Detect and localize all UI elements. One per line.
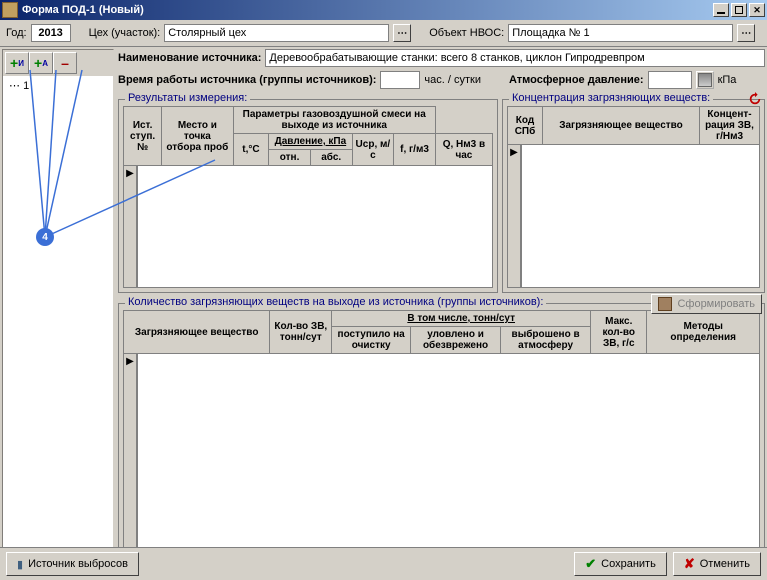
sidebar: +И +А – ⋯ 1 — [2, 49, 114, 565]
nvos-label: Объект НВОС: — [429, 27, 504, 39]
check-icon: ✔ — [585, 556, 596, 572]
conc-grid-header: Код СПб Загрязняющее вещество Концент-ра… — [507, 106, 760, 145]
col-point: Место и точка отбора проб — [162, 107, 233, 166]
close-button[interactable]: ✕ — [749, 3, 765, 17]
source-name-input[interactable] — [265, 49, 765, 67]
footer-bar: ▮ Источник выбросов ✔ Сохранить ✘ Отмени… — [0, 547, 767, 580]
pressure-unit-label: кПа — [718, 74, 737, 86]
qty-row-indicator: ▶ — [123, 354, 137, 560]
generate-button[interactable]: Сформировать — [651, 294, 762, 314]
gauge-icon — [698, 73, 712, 87]
generate-label: Сформировать — [677, 298, 755, 310]
col-params: Параметры газовоздушной смеси на выходе … — [233, 107, 435, 134]
pressure-picker-button[interactable] — [696, 71, 714, 89]
maximize-button[interactable] — [731, 3, 747, 17]
save-label: Сохранить — [601, 558, 656, 570]
col-pr-rel: отн. — [269, 150, 311, 166]
chimney-icon: ▮ — [17, 558, 23, 571]
titlebar: Форма ПОД-1 (Новый) ✕ — [0, 0, 767, 20]
qty-col-max: Макс. кол-во ЗВ, г/с — [591, 311, 647, 354]
conc-grid-body[interactable] — [521, 145, 760, 288]
quantity-fieldset: Количество загрязняющих веществ на выход… — [118, 303, 765, 565]
qty-col-qty: Кол-во ЗВ, тонн/сут — [270, 311, 332, 354]
window-title: Форма ПОД-1 (Новый) — [22, 4, 713, 16]
year-label: Год: — [6, 27, 27, 39]
pressure-input[interactable] — [648, 71, 692, 89]
x-icon: ✘ — [684, 556, 695, 572]
conc-row-indicator: ▶ — [507, 145, 521, 288]
results-fieldset: Результаты измерения: Ист. ступ. № Место… — [118, 99, 498, 293]
source-emissions-label: Источник выбросов — [28, 558, 128, 570]
col-q: Q, Нм3 в час — [435, 134, 492, 166]
annotation-badge: 4 — [36, 228, 54, 246]
sidebar-toolbar: +И +А – — [3, 50, 113, 76]
qty-col-method: Методы определения — [647, 311, 760, 354]
add-button[interactable]: +И — [5, 52, 29, 74]
workshop-browse-button[interactable]: ⋯ — [393, 24, 411, 42]
save-button[interactable]: ✔ Сохранить — [574, 552, 667, 576]
source-emissions-button[interactable]: ▮ Источник выбросов — [6, 552, 139, 576]
row-indicator: ▶ — [123, 166, 137, 288]
col-pr-abs: абс. — [310, 150, 352, 166]
top-toolbar: Год: Цех (участок): ⋯ Объект НВОС: ⋯ — [0, 20, 767, 47]
qty-grid-header: Загрязняющее вещество Кол-во ЗВ, тонн/су… — [123, 310, 760, 354]
concentration-fieldset: Концентрация загрязняющих веществ: Код С… — [502, 99, 765, 293]
results-grid-body[interactable] — [137, 166, 493, 288]
work-time-label: Время работы источника (группы источнико… — [118, 74, 376, 86]
col-t: t,°C — [233, 134, 269, 166]
col-subst: Загрязняющее вещество — [543, 107, 700, 145]
col-pressure: Давление, кПа — [269, 134, 352, 150]
minimize-button[interactable] — [713, 3, 729, 17]
qty-col-trap: уловлено и обезврежено — [411, 327, 501, 354]
col-u: Uср, м/с — [352, 134, 394, 166]
work-time-input[interactable] — [380, 71, 420, 89]
cancel-button[interactable]: ✘ Отменить — [673, 552, 761, 576]
quantity-legend: Количество загрязняющих веществ на выход… — [125, 296, 546, 308]
tree[interactable]: ⋯ 1 — [3, 76, 113, 564]
source-name-label: Наименование источника: — [118, 52, 261, 64]
tree-item[interactable]: ⋯ 1 — [5, 78, 111, 93]
col-code: Код СПб — [508, 107, 543, 145]
results-grid-header: Ист. ступ. № Место и точка отбора проб П… — [123, 106, 493, 166]
remove-button[interactable]: – — [53, 52, 77, 74]
qty-col-incl: В том числе, тонн/сут — [332, 311, 591, 327]
col-conc: Концент-рация ЗВ, г/Нм3 — [700, 107, 760, 145]
results-legend: Результаты измерения: — [125, 92, 250, 104]
col-stage: Ист. ступ. № — [124, 107, 162, 166]
cancel-label: Отменить — [700, 558, 750, 570]
add-alt-button[interactable]: +А — [29, 52, 53, 74]
workshop-label: Цех (участок): — [89, 27, 161, 39]
nvos-browse-button[interactable]: ⋯ — [737, 24, 755, 42]
pressure-label: Атмосферное давление: — [509, 74, 644, 86]
refresh-button[interactable] — [748, 92, 762, 109]
concentration-legend: Концентрация загрязняющих веществ: — [509, 92, 713, 104]
content-area: +И +А – ⋯ 1 Наименование источника: Врем… — [0, 47, 767, 567]
app-icon — [2, 2, 18, 18]
qty-grid-body[interactable] — [137, 354, 760, 560]
col-f: f, г/м3 — [394, 134, 436, 166]
generate-icon — [658, 297, 672, 311]
qty-col-clean: поступило на очистку — [332, 327, 411, 354]
nvos-input[interactable] — [508, 24, 733, 42]
main-panel: Наименование источника: Время работы ист… — [114, 49, 765, 565]
workshop-input[interactable] — [164, 24, 389, 42]
qty-col-emit: выброшено в атмосферу — [501, 327, 591, 354]
time-unit-label: час. / сутки — [424, 74, 481, 86]
year-input[interactable] — [31, 24, 71, 42]
qty-col-subst: Загрязняющее вещество — [124, 311, 270, 354]
